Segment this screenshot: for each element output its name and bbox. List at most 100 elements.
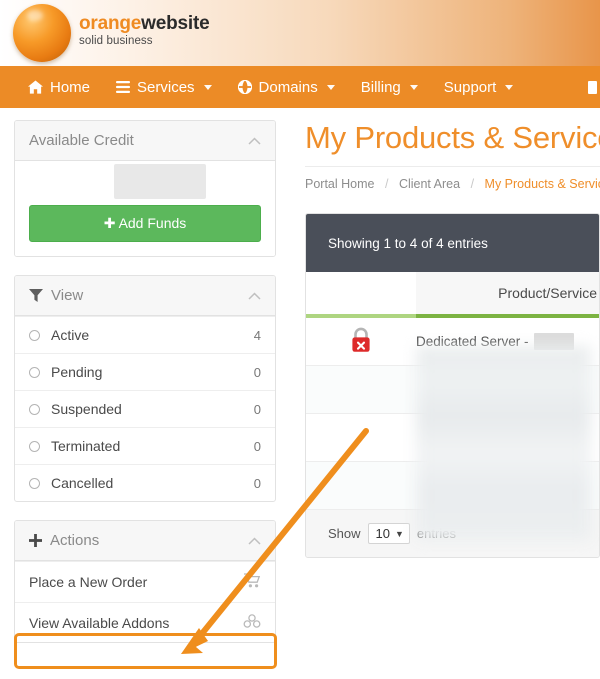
plus-icon bbox=[29, 534, 42, 547]
view-header: View bbox=[15, 276, 275, 316]
breadcrumb-separator: / bbox=[470, 177, 475, 191]
sidebar: Available Credit ✚ Add Funds View Active… bbox=[14, 120, 276, 661]
view-filter-label: Terminated bbox=[51, 438, 121, 454]
table-showing-entries: Showing 1 to 4 of 4 entries bbox=[306, 214, 599, 272]
view-filter-count: 0 bbox=[253, 475, 261, 491]
view-filter-active[interactable]: Active 4 bbox=[15, 316, 275, 353]
action-label: Place a New Order bbox=[29, 574, 148, 590]
site-header: orangewebsite solid business bbox=[0, 0, 600, 66]
radio-icon[interactable] bbox=[29, 477, 40, 489]
logo-primary-text: orange bbox=[79, 13, 142, 35]
products-table-card: Showing 1 to 4 of 4 entries Product/Serv… bbox=[305, 213, 600, 558]
radio-icon[interactable] bbox=[29, 329, 40, 341]
panel-available-credit: Available Credit ✚ Add Funds bbox=[14, 120, 276, 257]
radio-icon[interactable] bbox=[29, 403, 40, 415]
nav-label-domains: Domains bbox=[258, 78, 318, 96]
home-icon bbox=[28, 80, 43, 94]
site-logo[interactable]: orangewebsite solid business bbox=[13, 4, 210, 62]
nav-item-services[interactable]: Services bbox=[116, 79, 212, 96]
nav-label-home: Home bbox=[50, 78, 91, 96]
table-row[interactable] bbox=[306, 366, 599, 414]
radio-icon[interactable] bbox=[29, 366, 40, 378]
bars-icon bbox=[116, 81, 131, 93]
view-filter-count: 0 bbox=[253, 401, 261, 417]
table-row[interactable] bbox=[306, 462, 599, 510]
filter-icon bbox=[29, 289, 43, 302]
logo-tagline: solid business bbox=[79, 35, 153, 48]
view-filter-label: Pending bbox=[51, 364, 103, 380]
nav-overflow-icon bbox=[588, 80, 597, 94]
cart-icon bbox=[244, 573, 261, 591]
view-filter-label: Active bbox=[51, 327, 90, 343]
cubes-icon bbox=[243, 614, 261, 631]
nav-item-billing[interactable]: Billing bbox=[361, 79, 418, 96]
actions-header: Actions bbox=[15, 521, 275, 561]
breadcrumb-current: My Products & Services bbox=[484, 177, 600, 191]
breadcrumb-separator: / bbox=[384, 177, 389, 191]
view-filter-count: 0 bbox=[253, 438, 261, 454]
page-body: Available Credit ✚ Add Funds View Active… bbox=[0, 108, 600, 679]
chevron-up-icon[interactable] bbox=[248, 534, 261, 547]
table-header-row: Product/Service bbox=[306, 272, 599, 314]
action-label: View Available Addons bbox=[29, 614, 170, 631]
available-credit-amount bbox=[15, 161, 275, 205]
action-view-available-addons[interactable]: View Available Addons bbox=[15, 602, 275, 642]
panel-actions: Actions Place a New Order View Available… bbox=[14, 520, 276, 643]
lock-error-icon bbox=[348, 326, 374, 358]
available-credit-header: Available Credit bbox=[15, 121, 275, 161]
view-filter-label: Suspended bbox=[51, 401, 122, 417]
chevron-down-icon: ▼ bbox=[395, 528, 404, 539]
page-size-select[interactable]: 10 ▼ bbox=[367, 523, 410, 544]
orange-logo-icon bbox=[13, 4, 71, 62]
table-footer: Show 10 ▼ entries bbox=[306, 510, 599, 557]
nav-item-home[interactable]: Home bbox=[28, 79, 90, 96]
table-header-product-service[interactable]: Product/Service bbox=[416, 272, 599, 314]
breadcrumb-client-area[interactable]: Client Area bbox=[399, 177, 460, 191]
nav-item-overflow[interactable] bbox=[586, 66, 600, 108]
main-content: My Products & Services Portal Home / Cli… bbox=[305, 108, 600, 558]
add-funds-label: Add Funds bbox=[118, 215, 187, 231]
page-title: My Products & Services bbox=[305, 120, 600, 155]
add-funds-button[interactable]: ✚ Add Funds bbox=[29, 205, 261, 242]
available-credit-title: Available Credit bbox=[29, 132, 134, 149]
view-title: View bbox=[51, 287, 84, 304]
redacted-product-name bbox=[533, 333, 574, 350]
chevron-down-icon bbox=[409, 84, 418, 90]
nav-label-support: Support bbox=[443, 78, 497, 96]
actions-title: Actions bbox=[50, 532, 100, 549]
page-size-value: 10 bbox=[375, 526, 390, 541]
row-status-icon-cell bbox=[306, 326, 416, 358]
nav-label-billing: Billing bbox=[360, 78, 401, 96]
show-entries-label: Show bbox=[328, 526, 361, 541]
view-filter-pending[interactable]: Pending 0 bbox=[15, 353, 275, 390]
main-navigation: Home Services Domains Billing Support bbox=[0, 66, 600, 108]
view-filter-terminated[interactable]: Terminated 0 bbox=[15, 427, 275, 464]
redacted-credit-value bbox=[114, 164, 206, 199]
breadcrumb-portal-home[interactable]: Portal Home bbox=[305, 177, 374, 191]
view-filter-cancelled[interactable]: Cancelled 0 bbox=[15, 464, 275, 501]
plus-icon: ✚ bbox=[103, 215, 119, 231]
panel-view-filter: View Active 4 Pending 0 Suspended 0 Term… bbox=[14, 275, 276, 502]
chevron-up-icon[interactable] bbox=[248, 289, 261, 302]
table-row[interactable]: Dedicated Server - bbox=[306, 318, 599, 366]
radio-icon[interactable] bbox=[29, 440, 40, 452]
nav-item-support[interactable]: Support bbox=[444, 79, 514, 96]
nav-item-domains[interactable]: Domains bbox=[237, 78, 335, 96]
row-product-label: Dedicated Server - bbox=[416, 334, 529, 349]
logo-wordmark: orangewebsite solid business bbox=[79, 13, 210, 52]
view-filter-count: 4 bbox=[253, 327, 261, 343]
view-filter-count: 0 bbox=[253, 364, 261, 380]
view-filter-label: Cancelled bbox=[51, 475, 114, 491]
chevron-down-icon bbox=[505, 84, 514, 90]
chevron-up-icon[interactable] bbox=[248, 134, 261, 147]
entries-label: entries bbox=[416, 526, 456, 541]
chevron-down-icon bbox=[203, 84, 212, 90]
breadcrumb: Portal Home / Client Area / My Products … bbox=[305, 166, 600, 191]
view-filter-suspended[interactable]: Suspended 0 bbox=[15, 390, 275, 427]
action-place-new-order[interactable]: Place a New Order bbox=[15, 561, 275, 602]
table-row[interactable] bbox=[306, 414, 599, 462]
table-header-status bbox=[306, 272, 416, 314]
row-product-name: Dedicated Server - bbox=[416, 333, 599, 350]
globe-icon bbox=[237, 80, 252, 94]
chevron-down-icon bbox=[326, 84, 335, 90]
